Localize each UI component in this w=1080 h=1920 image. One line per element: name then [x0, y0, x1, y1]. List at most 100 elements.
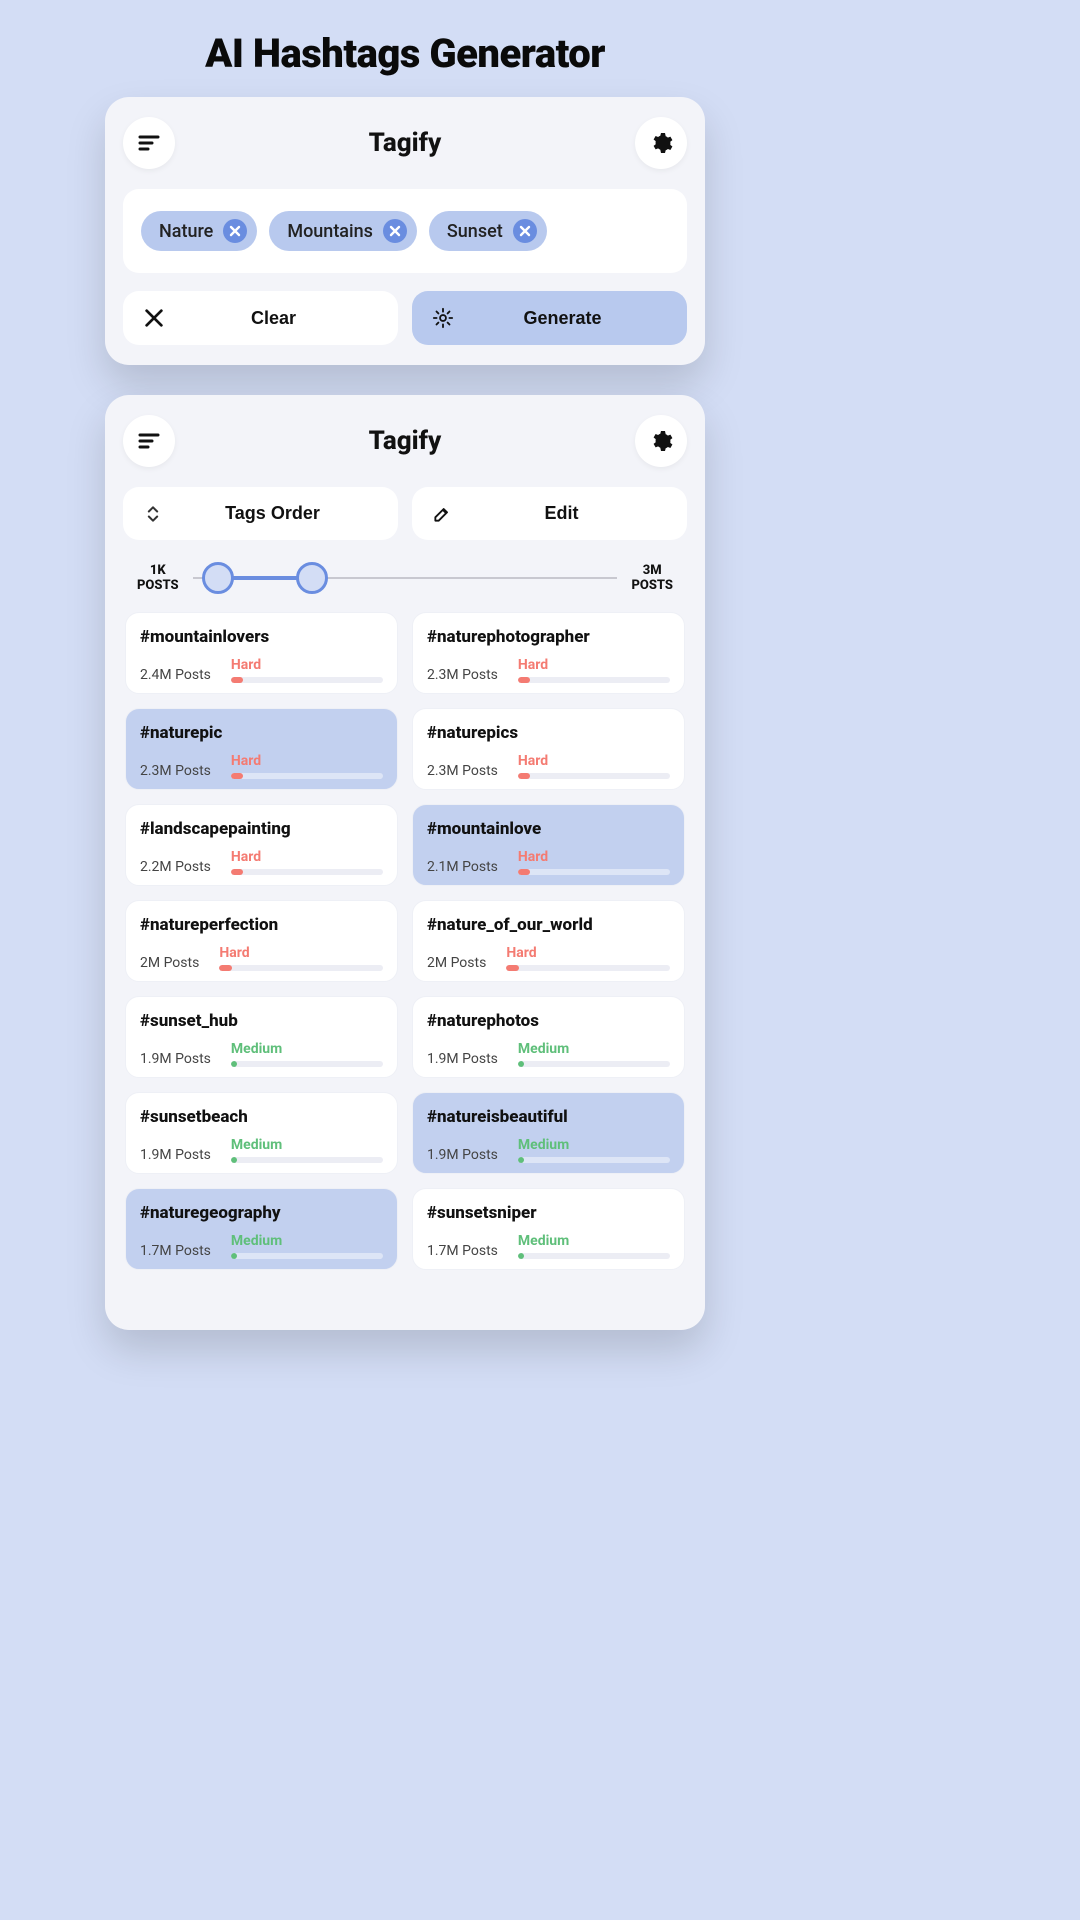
hashtag-card[interactable]: #naturephotos 1.9M Posts Medium	[412, 996, 685, 1078]
hashtag-meta: 2.2M PostsHard	[140, 849, 383, 875]
hashtag-posts: 1.9M Posts	[140, 1041, 211, 1067]
difficulty-bar	[518, 1157, 670, 1163]
tag-label: Nature	[159, 221, 213, 242]
generate-button[interactable]: Generate	[412, 291, 687, 345]
hashtag-card[interactable]: #natureperfection2M PostsHard	[125, 900, 398, 982]
tag-remove-button[interactable]	[513, 219, 537, 243]
app-title: Tagify	[369, 426, 442, 456]
difficulty-bar	[231, 677, 383, 683]
tag-label: Mountains	[287, 221, 373, 242]
settings-button[interactable]	[635, 117, 687, 169]
difficulty-label: Medium	[231, 1137, 383, 1153]
hashtag-difficulty: Medium	[518, 1233, 670, 1259]
slider-min-label: 1K POSTS	[137, 563, 179, 593]
hashtag-posts: 2.3M Posts	[427, 753, 498, 779]
clear-label: Clear	[165, 308, 382, 329]
hashtag-difficulty: Hard	[506, 945, 670, 971]
close-icon	[143, 307, 165, 329]
tag-pill: Mountains	[269, 211, 417, 251]
hashtag-meta: 1.9M Posts Medium	[427, 1041, 670, 1067]
hashtag-card[interactable]: #landscapepainting2.2M PostsHard	[125, 804, 398, 886]
difficulty-label: Medium	[518, 1137, 670, 1153]
slider-thumb-low[interactable]	[202, 562, 234, 594]
hashtag-meta: 1.9M PostsMedium	[427, 1137, 670, 1163]
hashtag-posts: 1.7M Posts	[427, 1233, 498, 1259]
menu-button[interactable]	[123, 415, 175, 467]
hashtag-name: #naturephotos	[427, 1011, 670, 1031]
hashtag-posts: 1.9M Posts	[427, 1041, 498, 1067]
hashtag-difficulty: Medium	[231, 1233, 383, 1259]
hashtag-difficulty: Hard	[518, 753, 670, 779]
results-card: Tagify Tags Order Edit 1K POSTS 3M POSTS…	[105, 395, 705, 1330]
hashtag-card[interactable]: #sunset_hub 1.9M Posts Medium	[125, 996, 398, 1078]
hashtag-meta: 2.3M PostsHard	[427, 657, 670, 683]
card-header: Tagify	[123, 117, 687, 169]
hashtag-card[interactable]: #mountainlovers2.4M PostsHard	[125, 612, 398, 694]
close-icon	[519, 225, 531, 237]
difficulty-bar	[219, 965, 383, 971]
slider-track[interactable]	[193, 560, 618, 596]
difficulty-bar	[518, 1253, 670, 1259]
settings-button[interactable]	[635, 415, 687, 467]
input-card: Tagify Nature Mountains Sunset Clear Gen…	[105, 97, 705, 365]
hashtag-difficulty: Hard	[219, 945, 383, 971]
hashtag-difficulty: Medium	[518, 1137, 670, 1163]
hashtag-difficulty: Medium	[518, 1041, 670, 1067]
clear-button[interactable]: Clear	[123, 291, 398, 345]
hashtag-name: #naturephotographer	[427, 627, 670, 647]
difficulty-label: Medium	[231, 1041, 383, 1057]
difficulty-bar	[518, 773, 670, 779]
hashtag-card[interactable]: #sunsetbeach1.9M PostsMedium	[125, 1092, 398, 1174]
difficulty-bar	[231, 1253, 383, 1259]
difficulty-label: Hard	[518, 849, 670, 865]
close-icon	[229, 225, 241, 237]
edit-label: Edit	[452, 503, 671, 524]
slider-max-label: 3M POSTS	[631, 563, 673, 593]
difficulty-label: Medium	[518, 1041, 670, 1057]
tag-pill: Sunset	[429, 211, 547, 251]
hashtag-difficulty: Hard	[518, 657, 670, 683]
hashtag-name: #sunset_hub	[140, 1011, 383, 1031]
hashtag-difficulty: Hard	[518, 849, 670, 875]
hashtag-name: #mountainlove	[427, 819, 670, 839]
menu-icon	[137, 131, 161, 155]
difficulty-label: Medium	[231, 1233, 383, 1249]
difficulty-label: Hard	[231, 753, 383, 769]
tag-remove-button[interactable]	[223, 219, 247, 243]
generate-label: Generate	[454, 308, 671, 329]
hashtag-posts: 2M Posts	[140, 945, 199, 971]
menu-button[interactable]	[123, 117, 175, 169]
edit-button[interactable]: Edit	[412, 487, 687, 540]
action-buttons-row: Clear Generate	[123, 291, 687, 345]
tags-order-button[interactable]: Tags Order	[123, 487, 398, 540]
difficulty-label: Hard	[231, 657, 383, 673]
card-header: Tagify	[123, 415, 687, 467]
difficulty-bar	[518, 869, 670, 875]
difficulty-label: Hard	[518, 753, 670, 769]
hashtag-card[interactable]: #nature_of_our_world2M PostsHard	[412, 900, 685, 982]
hashtag-name: #sunsetsniper	[427, 1203, 670, 1223]
difficulty-label: Medium	[518, 1233, 670, 1249]
tag-pill: Nature	[141, 211, 257, 251]
hashtag-name: #natureisbeautiful	[427, 1107, 670, 1127]
hashtag-card[interactable]: #mountainlove2.1M PostsHard	[412, 804, 685, 886]
hashtag-posts: 1.7M Posts	[140, 1233, 211, 1259]
close-icon	[389, 225, 401, 237]
hashtag-card[interactable]: #naturephotographer 2.3M PostsHard	[412, 612, 685, 694]
hashtag-posts: 2.3M Posts	[140, 753, 211, 779]
hashtag-card[interactable]: #naturegeography 1.7M Posts Medium	[125, 1188, 398, 1270]
slider-thumb-high[interactable]	[296, 562, 328, 594]
tag-remove-button[interactable]	[383, 219, 407, 243]
tags-input-box[interactable]: Nature Mountains Sunset	[123, 189, 687, 273]
hashtag-card[interactable]: #naturepic2.3M PostsHard	[125, 708, 398, 790]
hashtag-name: #naturegeography	[140, 1203, 383, 1223]
gear-icon	[649, 429, 673, 453]
hashtag-card[interactable]: #naturepics 2.3M Posts Hard	[412, 708, 685, 790]
hashtag-name: #naturepics	[427, 723, 670, 743]
app-title: Tagify	[369, 128, 442, 158]
difficulty-label: Hard	[219, 945, 383, 961]
hashtag-difficulty: Medium	[231, 1041, 383, 1067]
hashtag-card[interactable]: #natureisbeautiful 1.9M PostsMedium	[412, 1092, 685, 1174]
controls-row: Tags Order Edit	[123, 487, 687, 540]
hashtag-card[interactable]: #sunsetsniper 1.7M Posts Medium	[412, 1188, 685, 1270]
